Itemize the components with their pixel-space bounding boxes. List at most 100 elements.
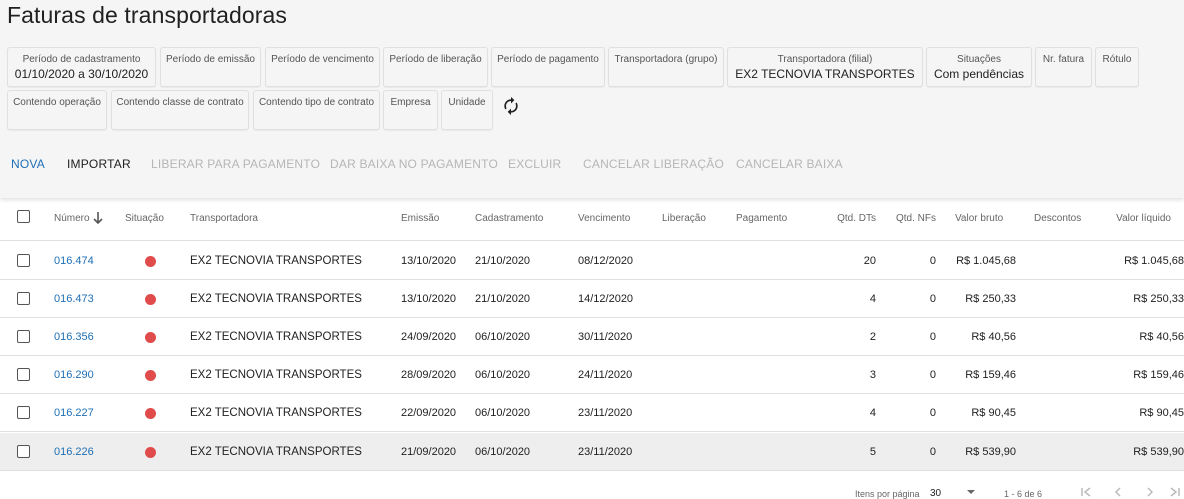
filter-nr-fatura[interactable]: Nr. fatura <box>1035 47 1092 87</box>
cell-valor-bruto: R$ 159,46 <box>965 369 1016 381</box>
cell-transportadora: EX2 TECNOVIA TRANSPORTES <box>190 293 362 305</box>
previous-page-icon[interactable] <box>1113 487 1123 499</box>
table-row[interactable]: 016.356 EX2 TECNOVIA TRANSPORTES 24/09/2… <box>0 318 1184 356</box>
chevron-down-icon[interactable] <box>966 488 976 498</box>
filter-contendo-operacao[interactable]: Contendo operação <box>7 90 107 130</box>
numero-link[interactable]: 016.474 <box>54 255 94 267</box>
table-row[interactable]: 016.473 EX2 TECNOVIA TRANSPORTES 13/10/2… <box>0 280 1184 318</box>
row-checkbox[interactable] <box>17 292 30 305</box>
cell-vencimento: 30/11/2020 <box>578 331 633 343</box>
cell-qtd-dts: 4 <box>869 293 876 305</box>
numero-link[interactable]: 016.290 <box>54 369 94 381</box>
filter-label: Rótulo <box>1102 54 1132 65</box>
filter-periodo-vencimento[interactable]: Período de vencimento <box>265 47 380 87</box>
select-all-checkbox[interactable] <box>17 210 30 223</box>
cell-transportadora: EX2 TECNOVIA TRANSPORTES <box>190 407 362 419</box>
filter-unidade[interactable]: Unidade <box>441 90 493 130</box>
cell-cadastramento: 06/10/2020 <box>475 369 531 381</box>
cancelar-liberacao-button[interactable]: CANCELAR LIBERAÇÃO <box>583 157 724 171</box>
header-qtd-nfs[interactable]: Qtd. NFs <box>886 213 936 224</box>
first-page-icon[interactable] <box>1079 487 1093 499</box>
row-checkbox[interactable] <box>17 445 30 458</box>
items-per-page-select[interactable]: 30 <box>930 488 941 499</box>
filter-label: Empresa <box>390 97 431 108</box>
cell-valor-bruto: R$ 1.045,68 <box>956 255 1016 267</box>
header-qtd-dts[interactable]: Qtd. DTs <box>826 213 876 224</box>
table-row[interactable]: 016.290 EX2 TECNOVIA TRANSPORTES 28/09/2… <box>0 356 1184 394</box>
cell-qtd-dts: 20 <box>863 255 876 267</box>
filter-label: Período de cadastramento <box>22 54 141 65</box>
header-pagamento[interactable]: Pagamento <box>736 213 787 224</box>
filter-label: Período de liberação <box>389 54 482 65</box>
cell-transportadora: EX2 TECNOVIA TRANSPORTES <box>190 446 362 458</box>
chevron-down-icon-svg <box>967 490 975 494</box>
cancelar-baixa-button[interactable]: CANCELAR BAIXA <box>736 157 843 171</box>
filter-label: Transportadora (filial) <box>777 54 873 65</box>
header-situacao[interactable]: Situação <box>125 213 164 224</box>
liberar-pagamento-button[interactable]: LIBERAR PARA PAGAMENTO <box>151 157 320 171</box>
top-panel: Faturas de transportadoras Período de ca… <box>0 0 1184 198</box>
row-checkbox[interactable] <box>17 254 30 267</box>
header-numero[interactable]: Número <box>54 213 90 224</box>
cell-valor-liquido: R$ 1.045,68 <box>1124 255 1184 267</box>
filter-periodo-emissao[interactable]: Período de emissão <box>160 47 261 87</box>
filter-situacoes[interactable]: Situações Com pendências <box>926 47 1032 87</box>
filter-value: Com pendências <box>933 67 1025 81</box>
numero-link[interactable]: 016.226 <box>54 446 94 458</box>
filter-value: EX2 TECNOVIA TRANSPORTES <box>735 67 915 81</box>
excluir-button[interactable]: EXCLUIR <box>508 157 561 171</box>
cell-qtd-nfs: 0 <box>929 331 936 343</box>
numero-link[interactable]: 016.356 <box>54 331 94 343</box>
filter-label: Transportadora (grupo) <box>614 54 718 65</box>
cell-vencimento: 24/11/2020 <box>578 369 633 381</box>
filter-label: Contendo tipo de contrato <box>258 97 375 108</box>
numero-link[interactable]: 016.473 <box>54 293 94 305</box>
cell-qtd-nfs: 0 <box>929 293 936 305</box>
status-dot <box>145 447 156 458</box>
cell-valor-liquido: R$ 40,56 <box>1139 331 1184 343</box>
cell-qtd-dts: 4 <box>869 407 876 419</box>
last-page-icon[interactable] <box>1168 487 1182 499</box>
filter-rotulo[interactable]: Rótulo <box>1095 47 1139 87</box>
filter-periodo-cadastramento[interactable]: Período de cadastramento 01/10/2020 a 30… <box>7 47 156 87</box>
dar-baixa-pagamento-button[interactable]: DAR BAIXA NO PAGAMENTO <box>330 157 498 171</box>
header-liberacao[interactable]: Liberação <box>662 213 706 224</box>
cell-qtd-nfs: 0 <box>929 255 936 267</box>
row-checkbox[interactable] <box>17 368 30 381</box>
cell-valor-bruto: R$ 539,90 <box>965 446 1016 458</box>
filter-transportadora-filial[interactable]: Transportadora (filial) EX2 TECNOVIA TRA… <box>727 47 923 87</box>
header-emissao[interactable]: Emissão <box>401 213 439 224</box>
numero-link[interactable]: 016.227 <box>54 407 94 419</box>
row-checkbox[interactable] <box>17 330 30 343</box>
items-per-page-label: Itens por página <box>855 489 920 499</box>
filter-transportadora-grupo[interactable]: Transportadora (grupo) <box>608 47 724 87</box>
refresh-icon[interactable] <box>501 96 521 116</box>
nova-button[interactable]: NOVA <box>11 157 45 171</box>
table-row[interactable]: 016.474 EX2 TECNOVIA TRANSPORTES 13/10/2… <box>0 242 1184 280</box>
table-row[interactable]: 016.226 EX2 TECNOVIA TRANSPORTES 21/09/2… <box>0 433 1184 471</box>
status-dot <box>145 408 156 419</box>
cell-qtd-dts: 2 <box>869 331 876 343</box>
filter-label: Situações <box>957 54 1001 65</box>
cell-transportadora: EX2 TECNOVIA TRANSPORTES <box>190 369 362 381</box>
cell-cadastramento: 21/10/2020 <box>475 255 531 267</box>
arrow-down-icon[interactable] <box>92 211 104 225</box>
header-cadastramento[interactable]: Cadastramento <box>475 213 543 224</box>
filter-contendo-tipo-contrato[interactable]: Contendo tipo de contrato <box>253 90 380 130</box>
cell-valor-liquido: R$ 250,33 <box>1133 293 1184 305</box>
header-descontos[interactable]: Descontos <box>1034 213 1081 224</box>
header-valor-bruto[interactable]: Valor bruto <box>955 213 1003 224</box>
header-vencimento[interactable]: Vencimento <box>578 213 630 224</box>
filter-label: Nr. fatura <box>1042 54 1085 65</box>
filter-contendo-classe-contrato[interactable]: Contendo classe de contrato <box>111 90 249 130</box>
filter-periodo-pagamento[interactable]: Período de pagamento <box>491 47 605 87</box>
filter-empresa[interactable]: Empresa <box>383 90 438 130</box>
filter-periodo-liberacao[interactable]: Período de liberação <box>383 47 488 87</box>
next-page-icon[interactable] <box>1145 487 1155 499</box>
cell-qtd-dts: 3 <box>869 369 876 381</box>
row-checkbox[interactable] <box>17 406 30 419</box>
table-row[interactable]: 016.227 EX2 TECNOVIA TRANSPORTES 22/09/2… <box>0 394 1184 432</box>
header-transportadora[interactable]: Transportadora <box>190 213 258 224</box>
importar-button[interactable]: IMPORTAR <box>67 157 131 171</box>
header-valor-liquido[interactable]: Valor líquido <box>1100 213 1171 224</box>
